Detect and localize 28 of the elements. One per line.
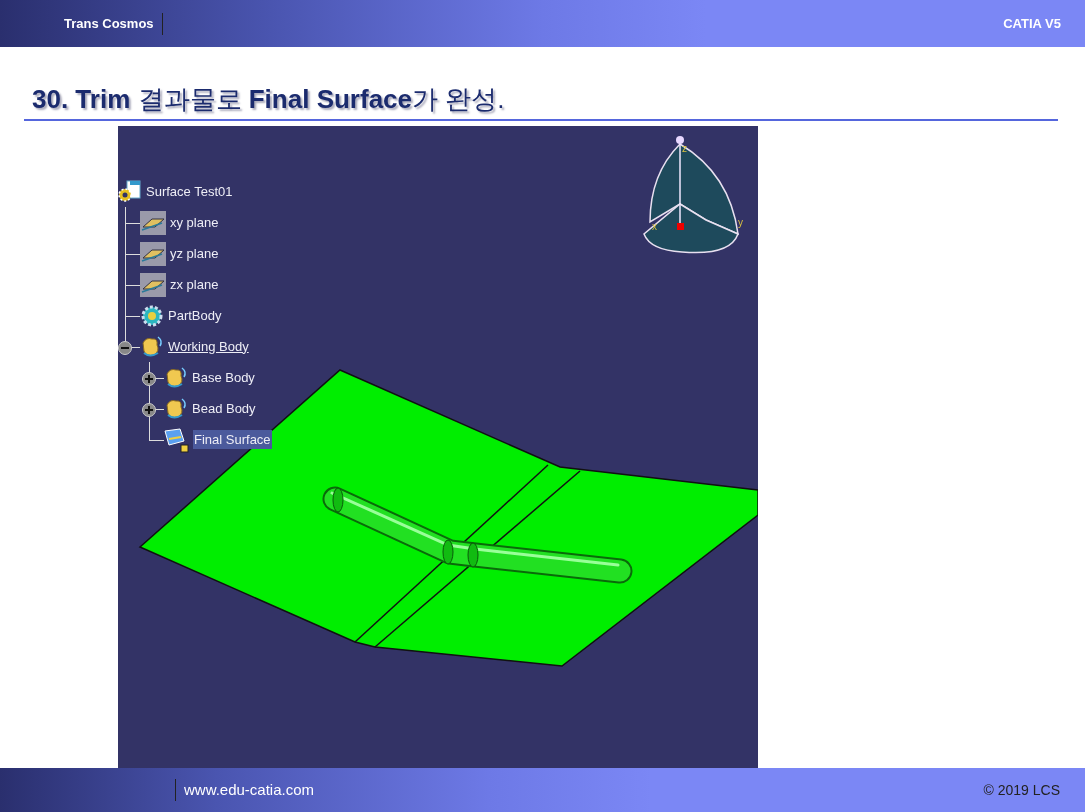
tree-item[interactable]: Final Surface	[193, 429, 272, 450]
gear-icon	[140, 303, 164, 328]
plane-icon	[140, 272, 166, 297]
expand-toggle[interactable]	[142, 372, 156, 386]
surface-icon	[164, 426, 190, 453]
axis-label: x	[652, 221, 657, 232]
plane-icon	[140, 210, 166, 235]
tree-item[interactable]: Working Body	[167, 336, 250, 357]
tree-item[interactable]: PartBody	[167, 305, 223, 326]
body-icon	[164, 365, 188, 390]
expand-toggle[interactable]	[142, 403, 156, 417]
product-name: CATIA V5	[1003, 14, 1061, 33]
body-icon	[164, 396, 188, 421]
company-name: Trans Cosmos	[64, 12, 163, 35]
copyright-text: © 2019 LCS	[983, 780, 1060, 800]
tree-item[interactable]: Surface Test01	[145, 181, 234, 202]
tree-item[interactable]: zx plane	[169, 274, 220, 295]
collapse-toggle[interactable]	[118, 341, 132, 355]
axis-label: y	[738, 217, 743, 228]
tree-item[interactable]: Base Body	[191, 367, 256, 388]
tree-item[interactable]: xy plane	[169, 212, 220, 233]
body-icon	[140, 334, 164, 359]
tree-item[interactable]: Bead Body	[191, 398, 257, 419]
axis-label: z	[682, 143, 687, 154]
website-link[interactable]: www.edu-catia.com	[175, 779, 315, 801]
plane-icon	[140, 241, 166, 266]
tree-item[interactable]: yz plane	[169, 243, 220, 264]
slide-title: 30. Trim 결과물로 Final Surface가 완성.	[32, 83, 506, 116]
